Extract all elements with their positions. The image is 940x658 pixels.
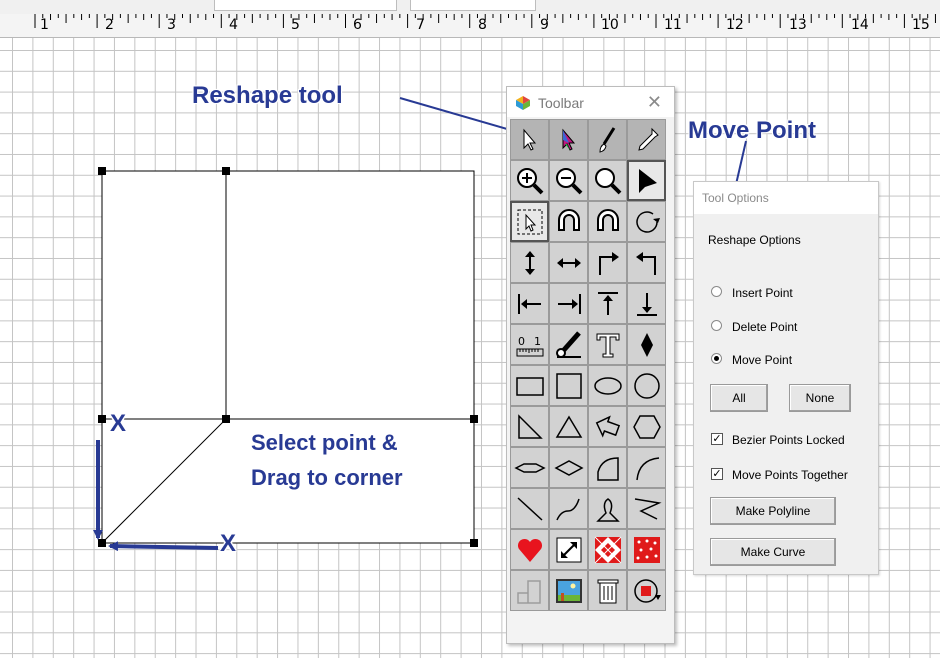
zoom-in-icon[interactable] xyxy=(510,160,549,201)
tool-options-title: Tool Options xyxy=(702,191,769,205)
align-top-icon[interactable] xyxy=(588,283,627,324)
reshape-arrow-icon[interactable] xyxy=(627,160,666,201)
align-right-icon[interactable] xyxy=(549,283,588,324)
move-point-label[interactable]: Move Point xyxy=(732,353,792,367)
close-icon[interactable]: ✕ xyxy=(647,92,662,113)
align-left-icon[interactable] xyxy=(510,283,549,324)
ellipse-icon[interactable] xyxy=(588,365,627,406)
rotate-icon[interactable] xyxy=(627,201,666,242)
none-button[interactable]: None xyxy=(789,384,851,412)
node-point[interactable] xyxy=(98,167,106,175)
x-mark-bottom: X xyxy=(220,530,237,557)
zoom-out-icon[interactable] xyxy=(549,160,588,201)
triangle-icon[interactable] xyxy=(549,406,588,447)
arc-icon[interactable] xyxy=(627,447,666,488)
flip-horizontal-icon[interactable] xyxy=(549,242,588,283)
node-point[interactable] xyxy=(470,415,478,423)
toolbar-window: Toolbar ✕ 01 xyxy=(506,86,675,644)
eyedropper-icon[interactable] xyxy=(627,119,666,160)
half-arc-icon[interactable] xyxy=(588,447,627,488)
square-icon[interactable] xyxy=(549,365,588,406)
color-select-icon[interactable] xyxy=(549,119,588,160)
magnet-icon[interactable] xyxy=(549,201,588,242)
diamond-wide-icon[interactable] xyxy=(510,447,549,488)
heart-icon[interactable] xyxy=(510,529,549,570)
quilt-block-icon[interactable] xyxy=(588,529,627,570)
right-triangle-icon[interactable] xyxy=(510,406,549,447)
tool-grid: 01 xyxy=(510,119,666,611)
curve-icon[interactable] xyxy=(549,488,588,529)
resize-icon[interactable] xyxy=(549,529,588,570)
move-point-annotation: Move Point xyxy=(688,117,817,144)
move-point-radio[interactable] xyxy=(711,353,722,364)
toolbar-title: Toolbar xyxy=(538,95,584,111)
rhombus-icon[interactable] xyxy=(549,447,588,488)
magnet-2-icon[interactable] xyxy=(588,201,627,242)
select-point-annotation: Select point & xyxy=(251,430,398,455)
make-polyline-button[interactable]: Make Polyline xyxy=(710,497,836,525)
node-point[interactable] xyxy=(222,415,230,423)
brush-icon[interactable] xyxy=(588,119,627,160)
x-left-arrow xyxy=(108,541,219,552)
insert-point-radio[interactable] xyxy=(711,286,722,297)
node-point[interactable] xyxy=(470,539,478,547)
pen-icon[interactable] xyxy=(549,324,588,365)
rotate-block-icon[interactable] xyxy=(627,570,666,611)
x-mark-top: X xyxy=(110,410,127,437)
hexagon-icon[interactable] xyxy=(627,406,666,447)
rectangle-icon[interactable] xyxy=(510,365,549,406)
flip-vertical-icon[interactable] xyxy=(510,242,549,283)
insert-point-label[interactable]: Insert Point xyxy=(732,286,793,300)
zigzag-icon[interactable] xyxy=(627,488,666,529)
circle-icon[interactable] xyxy=(627,365,666,406)
diamond-icon[interactable] xyxy=(627,324,666,365)
reshape-tool-annotation: Reshape tool xyxy=(192,82,343,109)
node-point[interactable] xyxy=(222,167,230,175)
tool-options-window: Tool Options Reshape Options Insert Poin… xyxy=(693,181,879,575)
bezier-points-locked-label[interactable]: Bezier Points Locked xyxy=(732,433,845,447)
all-button[interactable]: All xyxy=(710,384,768,412)
delete-point-radio[interactable] xyxy=(711,320,722,331)
picture-icon[interactable] xyxy=(549,570,588,611)
move-points-together-label[interactable]: Move Points Together xyxy=(732,468,848,482)
zoom-fit-icon[interactable] xyxy=(588,160,627,201)
toolbar-titlebar[interactable]: Toolbar ✕ xyxy=(507,87,674,117)
ruler-icon[interactable]: 01 xyxy=(510,324,549,365)
corner-right-icon[interactable] xyxy=(588,242,627,283)
tool-options-titlebar[interactable]: Tool Options xyxy=(694,182,878,214)
move-points-together-checkbox[interactable]: ✓ xyxy=(711,468,723,480)
corner-left-icon[interactable] xyxy=(627,242,666,283)
arrow-shape-icon[interactable] xyxy=(588,406,627,447)
loop-icon[interactable] xyxy=(588,488,627,529)
select-box-icon[interactable] xyxy=(510,201,549,242)
node-point[interactable] xyxy=(98,415,106,423)
corner-block-icon[interactable] xyxy=(510,570,549,611)
reshape-options-heading: Reshape Options xyxy=(708,233,801,247)
svg-text:1: 1 xyxy=(534,335,541,348)
bezier-points-locked-checkbox[interactable]: ✓ xyxy=(711,433,723,445)
trash-icon[interactable] xyxy=(588,570,627,611)
node-point[interactable] xyxy=(98,539,106,547)
make-curve-button[interactable]: Make Curve xyxy=(710,538,836,566)
drag-corner-annotation: Drag to corner xyxy=(251,465,403,490)
dots-fabric-icon[interactable] xyxy=(627,529,666,570)
svg-text:0: 0 xyxy=(518,335,525,348)
delete-point-label[interactable]: Delete Point xyxy=(732,320,797,334)
line-icon[interactable] xyxy=(510,488,549,529)
app-logo-icon xyxy=(516,96,530,110)
text-icon[interactable] xyxy=(588,324,627,365)
arrow-select-icon[interactable] xyxy=(510,119,549,160)
align-bottom-icon[interactable] xyxy=(627,283,666,324)
